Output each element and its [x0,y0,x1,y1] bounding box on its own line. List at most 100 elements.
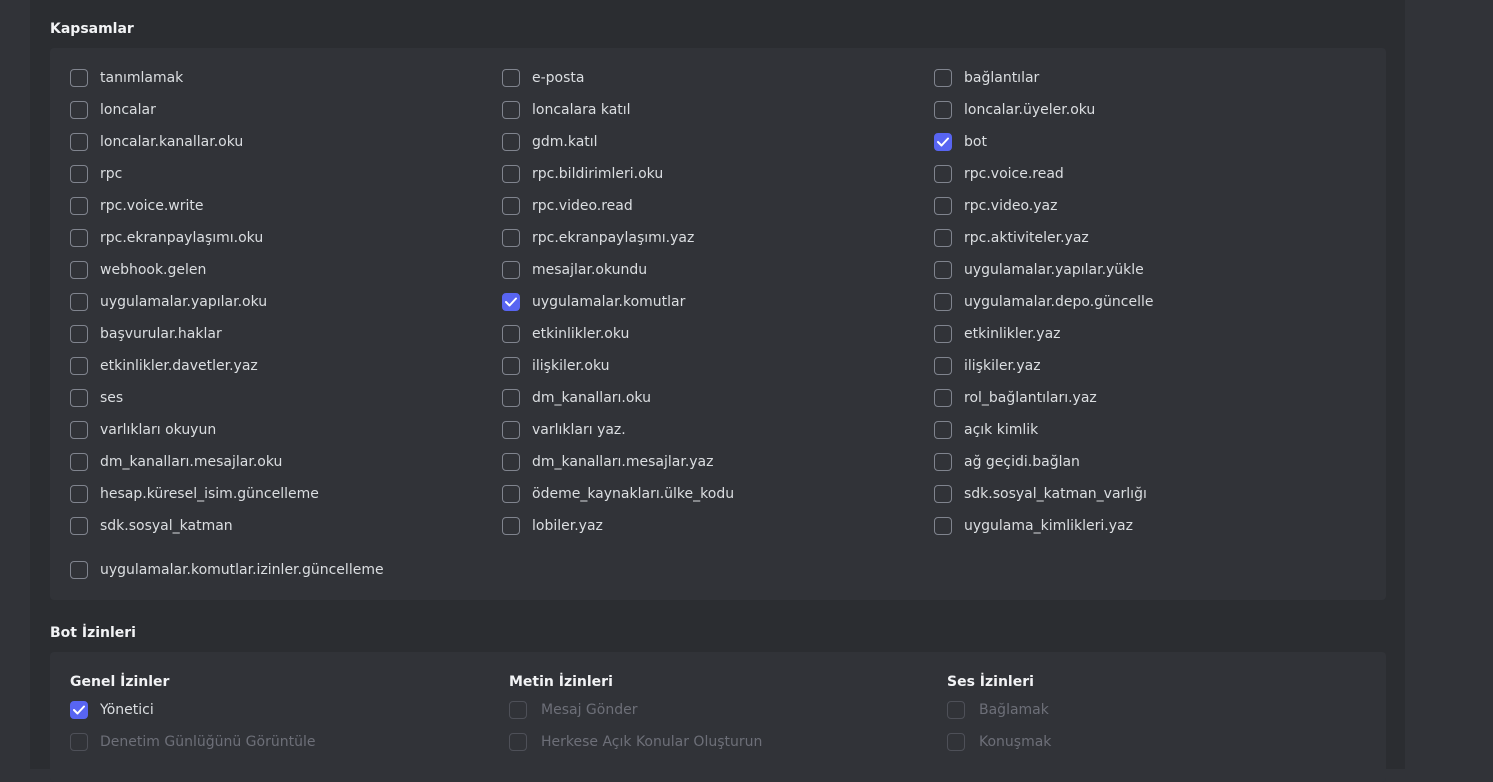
scope-checkbox-2-11[interactable]: açık kimlik [934,420,1038,440]
scope-checkbox-0-14[interactable]: sdk.sosyal_katman [70,516,233,536]
checkbox[interactable] [502,293,520,311]
checkbox[interactable] [70,701,88,719]
scope-checkbox-1-4[interactable]: rpc.video.read [502,196,633,216]
scope-checkbox-1-11[interactable]: varlıkları yaz. [502,420,626,440]
checkbox[interactable] [934,197,952,215]
scope-checkbox-2-12[interactable]: ağ geçidi.bağlan [934,452,1080,472]
scope-checkbox-1-0[interactable]: e-posta [502,68,584,88]
checkbox[interactable] [70,389,88,407]
checkbox[interactable] [502,485,520,503]
scope-checkbox-2-5[interactable]: rpc.aktiviteler.yaz [934,228,1089,248]
scope-checkbox-0-7[interactable]: uygulamalar.yapılar.oku [70,292,267,312]
checkbox[interactable] [502,197,520,215]
scope-checkbox-1-5[interactable]: rpc.ekranpaylaşımı.yaz [502,228,694,248]
checkbox[interactable] [934,293,952,311]
checkbox[interactable] [502,453,520,471]
checkbox[interactable] [502,517,520,535]
checkbox[interactable] [934,421,952,439]
checkbox[interactable] [70,485,88,503]
scope-checkbox-2-3[interactable]: rpc.voice.read [934,164,1064,184]
scope-checkbox-0-11[interactable]: varlıkları okuyun [70,420,216,440]
scope-checkbox-1-7[interactable]: uygulamalar.komutlar [502,292,685,312]
checkbox[interactable] [70,421,88,439]
scope-checkbox-1-14[interactable]: lobiler.yaz [502,516,603,536]
checkbox[interactable] [934,485,952,503]
scope-checkbox-1-2[interactable]: gdm.katıl [502,132,598,152]
checkbox[interactable] [70,357,88,375]
checkbox[interactable] [502,421,520,439]
group-heading-text: Metin İzinleri [509,674,613,690]
checkbox[interactable] [502,261,520,279]
scope-checkbox-1-13[interactable]: ödeme_kaynakları.ülke_kodu [502,484,734,504]
checkbox[interactable] [934,229,952,247]
permission-checkbox-2-1: Konuşmak [947,732,1051,752]
scope-checkbox-2-2[interactable]: bot [934,132,987,152]
scope-checkbox-0-9[interactable]: etkinlikler.davetler.yaz [70,356,258,376]
checkbox[interactable] [934,261,952,279]
checkbox[interactable] [70,261,88,279]
scope-checkbox-2-9[interactable]: ilişkiler.yaz [934,356,1041,376]
scope-checkbox-1-8[interactable]: etkinlikler.oku [502,324,629,344]
checkbox[interactable] [934,101,952,119]
scope-checkbox-0-12[interactable]: dm_kanalları.mesajlar.oku [70,452,282,472]
checkbox[interactable] [934,69,952,87]
checkbox[interactable] [70,293,88,311]
checkbox[interactable] [934,517,952,535]
permission-checkbox-0-0[interactable]: Yönetici [70,700,154,720]
scope-checkbox-0-0[interactable]: tanımlamak [70,68,183,88]
checkbox[interactable] [70,229,88,247]
checkbox-label: uygulamalar.komutlar [532,294,686,310]
scope-checkbox-2-1[interactable]: loncalar.üyeler.oku [934,100,1095,120]
scope-checkbox-2-4[interactable]: rpc.video.yaz [934,196,1057,216]
checkbox[interactable] [934,389,952,407]
scope-checkbox-0-6[interactable]: webhook.gelen [70,260,206,280]
scope-checkbox-2-8[interactable]: etkinlikler.yaz [934,324,1061,344]
scope-checkbox-0-4[interactable]: rpc.voice.write [70,196,204,216]
scope-checkbox-0-8[interactable]: başvurular.haklar [70,324,222,344]
checkbox[interactable] [934,357,952,375]
checkbox[interactable] [70,133,88,151]
checkbox[interactable] [934,165,952,183]
scope-checkbox-0-10[interactable]: ses [70,388,123,408]
checkbox[interactable] [934,453,952,471]
scope-checkbox-2-0[interactable]: bağlantılar [934,68,1039,88]
checkbox[interactable] [70,69,88,87]
scope-checkbox-1-12[interactable]: dm_kanalları.mesajlar.yaz [502,452,714,472]
group-heading-general: Genel İzinler [70,674,170,690]
scope-checkbox-0-3[interactable]: rpc [70,164,122,184]
checkbox[interactable] [70,197,88,215]
checkbox[interactable] [70,453,88,471]
checkbox[interactable] [70,165,88,183]
checkbox[interactable] [502,229,520,247]
scope-checkbox-2-10[interactable]: rol_bağlantıları.yaz [934,388,1097,408]
scope-checkbox-0-5[interactable]: rpc.ekranpaylaşımı.oku [70,228,263,248]
scope-checkbox-1-6[interactable]: mesajlar.okundu [502,260,647,280]
checkbox[interactable] [502,101,520,119]
checkbox-label: rpc.ekranpaylaşımı.oku [100,230,264,246]
scope-checkbox-2-7[interactable]: uygulamalar.depo.güncelle [934,292,1154,312]
checkbox[interactable] [70,561,88,579]
scope-checkbox-0-2[interactable]: loncalar.kanallar.oku [70,132,243,152]
scope-checkbox-2-6[interactable]: uygulamalar.yapılar.yükle [934,260,1144,280]
scope-checkbox-1-1[interactable]: loncalara katıl [502,100,631,120]
checkbox[interactable] [502,325,520,343]
checkbox[interactable] [502,165,520,183]
checkbox[interactable] [502,69,520,87]
scope-checkbox-2-13[interactable]: sdk.sosyal_katman_varlığı [934,484,1147,504]
checkbox[interactable] [502,357,520,375]
checkbox[interactable] [502,389,520,407]
scope-checkbox-0-1[interactable]: loncalar [70,100,156,120]
scope-checkbox-extra[interactable]: uygulamalar.komutlar.izinler.güncelleme [70,560,384,580]
checkbox[interactable] [934,325,952,343]
checkbox[interactable] [70,517,88,535]
scope-checkbox-2-14[interactable]: uygulama_kimlikleri.yaz [934,516,1133,536]
checkbox[interactable] [70,101,88,119]
checkbox[interactable] [70,325,88,343]
scope-checkbox-1-3[interactable]: rpc.bildirimleri.oku [502,164,663,184]
scopes-box [50,48,1386,600]
scope-checkbox-1-10[interactable]: dm_kanalları.oku [502,388,651,408]
scope-checkbox-0-13[interactable]: hesap.küresel_isim.güncelleme [70,484,319,504]
checkbox[interactable] [502,133,520,151]
scope-checkbox-1-9[interactable]: ilişkiler.oku [502,356,610,376]
checkbox[interactable] [934,133,952,151]
